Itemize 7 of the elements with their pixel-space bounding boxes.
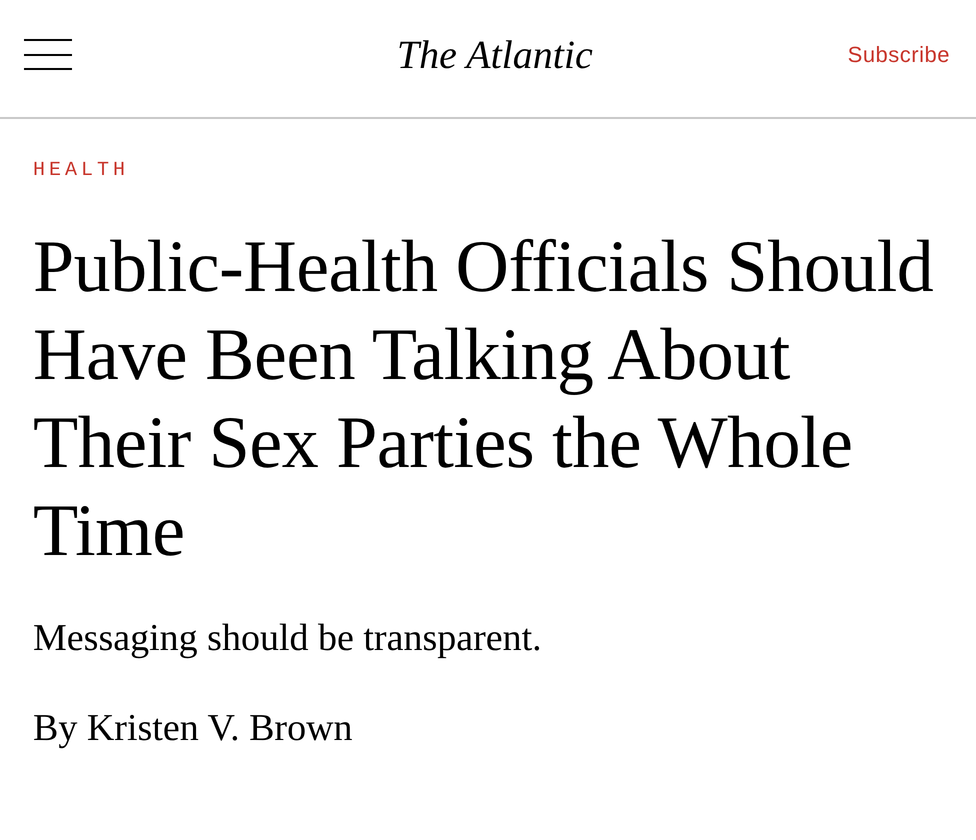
site-logo[interactable]: The Atlantic (396, 34, 593, 74)
subscribe-link[interactable]: Subscribe (848, 44, 950, 66)
headline: Public-Health Officials Should Have Been Talking About Their Sex Parties the Whole Time (33, 225, 934, 574)
menu-icon[interactable] (24, 39, 72, 70)
section-label[interactable]: HEALTH (33, 161, 130, 181)
article-subtitle: Messaging should be transparent. (33, 616, 543, 661)
byline: By Kristen V. Brown (33, 706, 354, 751)
